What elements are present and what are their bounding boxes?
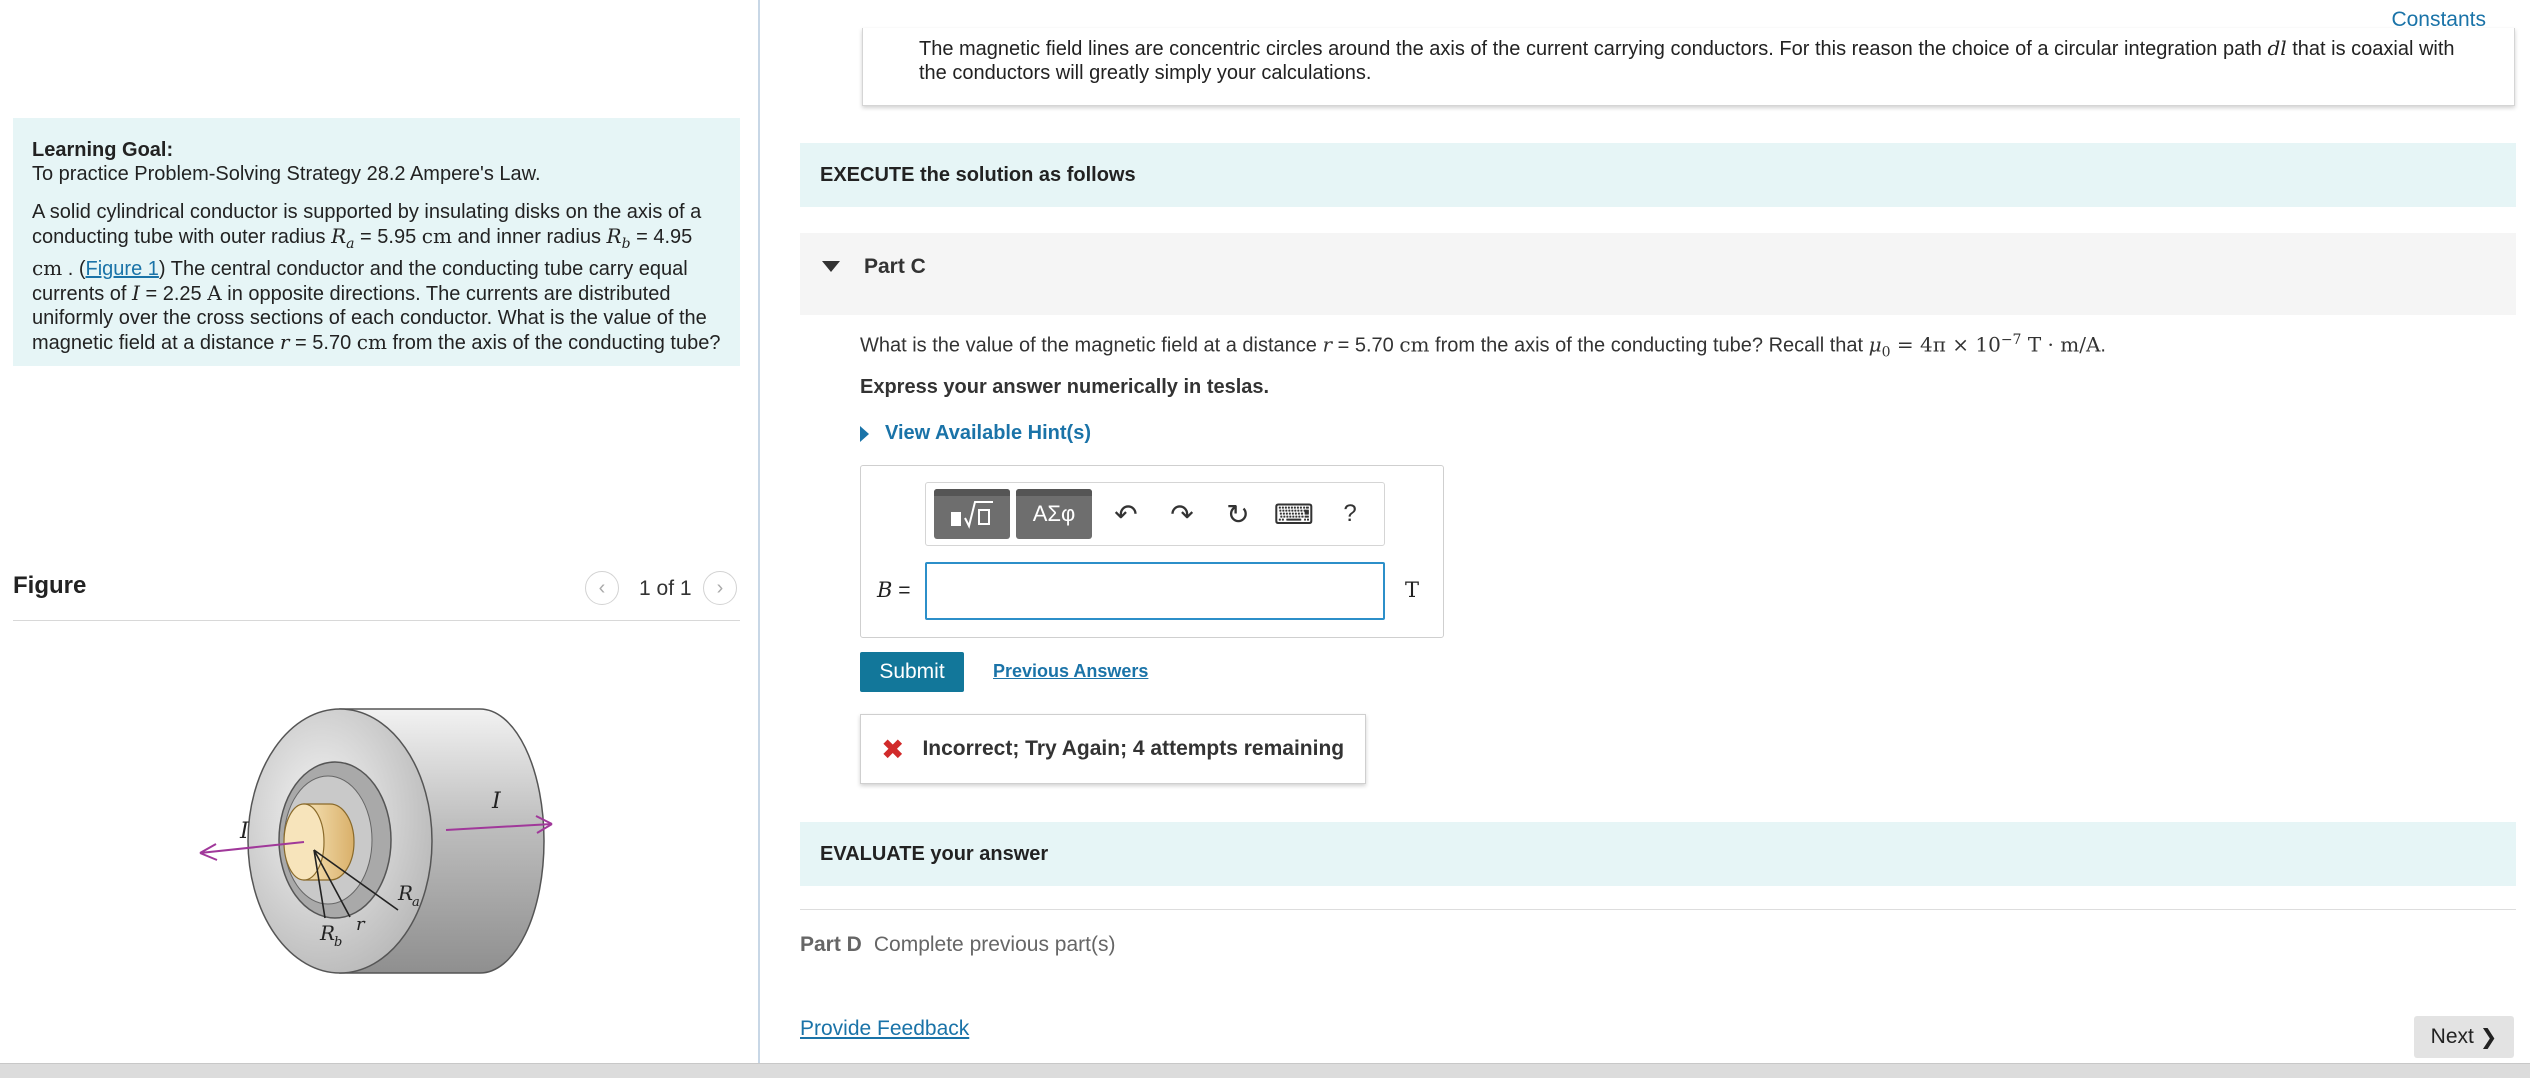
symbol-I: I bbox=[132, 281, 140, 305]
part-d-title: Part D bbox=[800, 933, 862, 956]
templates-icon bbox=[951, 501, 993, 529]
part-c-header[interactable]: Part C bbox=[800, 233, 2516, 315]
evaluate-section-header: EVALUATE your answer bbox=[800, 822, 2516, 886]
feedback-message: ✖ Incorrect; Try Again; 4 attempts remai… bbox=[860, 714, 1366, 784]
figure-title: Figure bbox=[13, 572, 87, 599]
learning-goal-title: Learning Goal: bbox=[32, 139, 174, 161]
chevron-right-icon: › bbox=[716, 576, 724, 599]
unit-A: A bbox=[207, 281, 222, 305]
symbol-mu-sub: 0 bbox=[1881, 344, 1891, 361]
submit-button[interactable]: Submit bbox=[860, 652, 964, 692]
problem-text: = 4.95 bbox=[630, 226, 693, 248]
provide-feedback-link[interactable]: Provide Feedback bbox=[800, 1017, 969, 1041]
chevron-left-icon: ‹ bbox=[598, 576, 606, 599]
hint-content-box: The magnetic field lines are concentric … bbox=[862, 28, 2515, 106]
problem-text: = 2.25 bbox=[139, 283, 208, 305]
symbol-Rb-sub: b bbox=[621, 236, 631, 252]
view-hints-toggle[interactable]: View Available Hint(s) bbox=[860, 422, 1091, 445]
label-current-right: I bbox=[491, 789, 502, 814]
question-text: from the axis of the conducting tube? Re… bbox=[1429, 334, 1869, 357]
view-hints-label: View Available Hint(s) bbox=[885, 422, 1091, 444]
answer-unit: T bbox=[1405, 578, 1420, 602]
execute-label: EXECUTE the solution as follows bbox=[820, 163, 1136, 186]
question-text: . bbox=[2100, 334, 2106, 357]
symbol-Ra-sub: a bbox=[346, 236, 355, 252]
symbols-label: ΑΣφ bbox=[1032, 501, 1076, 526]
problem-text: from the axis of the conducting tube? bbox=[386, 332, 721, 354]
unit-cm: cm bbox=[421, 224, 452, 248]
help-button[interactable]: ? bbox=[1322, 489, 1378, 539]
previous-answers-link[interactable]: Previous Answers bbox=[993, 661, 1148, 682]
previous-figure-button[interactable]: ‹ bbox=[585, 571, 619, 605]
answer-entry-box: ΑΣφ ↶ ↷ ↻ ⌨ ? B = T bbox=[860, 465, 1444, 638]
part-d-status: Complete previous part(s) bbox=[873, 933, 1116, 956]
redo-button[interactable]: ↷ bbox=[1154, 489, 1210, 539]
execute-section-header: EXECUTE the solution as follows bbox=[800, 143, 2516, 207]
coaxial-conductor-figure: I I R a R b r bbox=[199, 708, 553, 974]
symbol-dl: dl bbox=[2267, 36, 2287, 60]
left-panel: Learning Goal: To practice Problem-Solvi… bbox=[0, 0, 760, 1078]
undo-button[interactable]: ↶ bbox=[1098, 489, 1154, 539]
answer-variable: B bbox=[877, 578, 893, 602]
part-c-title: Part C bbox=[864, 255, 926, 278]
redo-icon: ↷ bbox=[1170, 498, 1194, 530]
keyboard-button[interactable]: ⌨ bbox=[1266, 489, 1322, 539]
undo-icon: ↶ bbox=[1114, 498, 1138, 530]
symbol-Rb: R bbox=[606, 224, 622, 248]
answer-instruction: Express your answer numerically in tesla… bbox=[860, 376, 1270, 398]
part-d-row: Part D Complete previous part(s) bbox=[800, 933, 1115, 957]
question-text: What is the value of the magnetic field … bbox=[860, 334, 1323, 357]
caret-down-icon[interactable] bbox=[822, 261, 840, 272]
symbol-Ra: R bbox=[331, 224, 347, 248]
templates-button[interactable] bbox=[934, 489, 1010, 539]
reset-button[interactable]: ↻ bbox=[1210, 489, 1266, 539]
answer-input[interactable] bbox=[925, 562, 1385, 620]
problem-text: . ( bbox=[62, 258, 86, 280]
unit-cm: cm bbox=[1399, 332, 1430, 357]
caret-right-icon bbox=[860, 425, 869, 442]
question-text: = 5.70 bbox=[1332, 334, 1400, 357]
problem-text: and inner radius bbox=[451, 226, 607, 248]
problem-text: = 5.70 bbox=[289, 332, 357, 354]
figure-pager-text: 1 of 1 bbox=[639, 577, 692, 600]
next-button[interactable]: Next ❯ bbox=[2414, 1016, 2514, 1058]
help-icon: ? bbox=[1343, 500, 1357, 527]
chevron-right-icon: ❯ bbox=[2479, 1025, 2498, 1049]
label-Rb-sub: b bbox=[334, 935, 342, 950]
math-toolbar: ΑΣφ ↶ ↷ ↻ ⌨ ? bbox=[925, 482, 1385, 546]
learning-goal-subtitle: To practice Problem-Solving Strategy 28.… bbox=[32, 163, 541, 185]
label-r: r bbox=[356, 914, 366, 935]
problem-text: = 5.95 bbox=[354, 226, 422, 248]
symbol-r: r bbox=[1322, 332, 1333, 357]
keyboard-icon: ⌨ bbox=[1273, 498, 1315, 530]
figure-header: Figure ‹ 1 of 1 › bbox=[13, 567, 740, 621]
mu-units: T · m/A bbox=[2021, 332, 2101, 357]
problem-statement: A solid cylindrical conductor is support… bbox=[32, 200, 721, 355]
mu-exponent: −7 bbox=[2000, 332, 2022, 348]
feedback-text: Incorrect; Try Again; 4 attempts remaini… bbox=[922, 737, 1345, 760]
reset-icon: ↻ bbox=[1226, 498, 1250, 530]
incorrect-x-icon: ✖ bbox=[881, 733, 905, 765]
label-Rb: R bbox=[319, 921, 335, 945]
hint-text: The magnetic field lines are concentric … bbox=[919, 38, 2268, 60]
next-label: Next bbox=[2430, 1025, 2474, 1048]
figure-1-link[interactable]: Figure 1 bbox=[86, 258, 159, 280]
bottom-scrollbar[interactable] bbox=[0, 1063, 2530, 1078]
answer-equals: = bbox=[892, 579, 911, 602]
symbol-mu: μ bbox=[1868, 332, 1882, 357]
right-panel: Constants The magnetic field lines are c… bbox=[762, 0, 2530, 1078]
learning-goal-box: Learning Goal: To practice Problem-Solvi… bbox=[13, 118, 740, 366]
evaluate-label: EVALUATE your answer bbox=[820, 842, 1049, 865]
label-Ra-sub: a bbox=[412, 895, 420, 910]
divider bbox=[800, 909, 2516, 910]
symbols-button[interactable]: ΑΣφ bbox=[1016, 489, 1092, 539]
label-Ra: R bbox=[397, 881, 413, 905]
unit-cm: cm bbox=[32, 256, 63, 280]
part-c-question: What is the value of the magnetic field … bbox=[860, 332, 2106, 361]
next-figure-button[interactable]: › bbox=[703, 571, 737, 605]
unit-cm: cm bbox=[356, 330, 387, 354]
label-current-left: I bbox=[239, 819, 250, 844]
mu-value: = 4π × 10 bbox=[1890, 332, 2001, 357]
answer-variable-label: B = bbox=[877, 578, 911, 603]
